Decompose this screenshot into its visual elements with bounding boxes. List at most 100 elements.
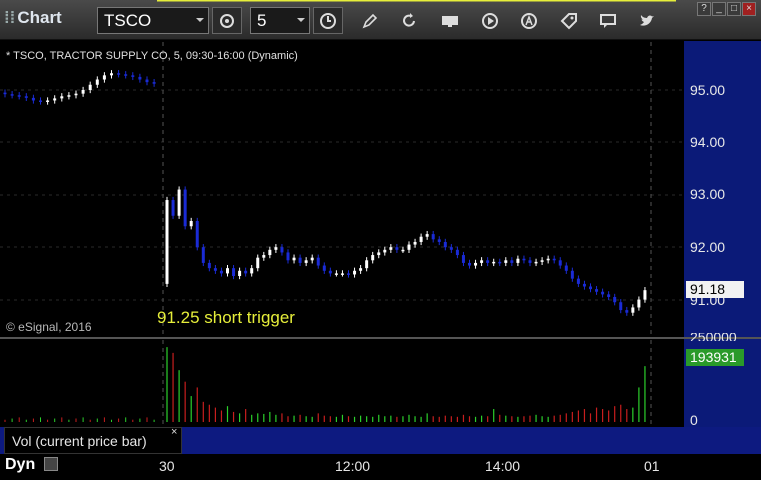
candle-body-0: [165, 200, 169, 284]
candle-body-20: [286, 252, 290, 261]
candle-body-15: [256, 257, 260, 269]
candle-body-32: [359, 268, 363, 271]
prior-candle-body-12: [88, 84, 92, 90]
price-label-92: 92.00: [690, 239, 726, 255]
candle-body-78: [637, 299, 641, 308]
candle-body-59: [522, 258, 526, 261]
prior-candle-body-14: [102, 75, 106, 80]
candle-body-38: [395, 247, 399, 250]
prior-candle-body-2: [17, 95, 21, 97]
price-label-95: 95.00: [690, 82, 726, 98]
candle-body-66: [564, 265, 568, 271]
candle-body-21: [292, 257, 296, 261]
candle-body-65: [558, 260, 562, 266]
current-volume-tag: 193931: [686, 349, 744, 366]
prior-candle-body-21: [152, 82, 156, 84]
candle-body-42: [419, 236, 423, 242]
candle-body-35: [377, 252, 381, 256]
candle-body-12: [238, 270, 242, 277]
candle-body-30: [347, 273, 350, 275]
prior-candle-body-6: [46, 100, 50, 102]
time-label-1400: 14:00: [485, 458, 521, 474]
candle-body-7: [207, 262, 211, 269]
prior-candle-body-11: [81, 90, 85, 94]
candle-body-77: [631, 307, 635, 313]
candle-body-36: [383, 249, 387, 253]
candle-body-49: [461, 255, 465, 263]
candle-body-4: [189, 221, 193, 227]
candle-body-26: [322, 265, 326, 271]
candle-body-1: [171, 200, 175, 216]
candle-body-50: [468, 262, 471, 266]
candle-body-28: [334, 273, 338, 275]
dynamic-mode-label[interactable]: Dyn: [5, 456, 35, 474]
candle-body-43: [425, 234, 429, 237]
candle-body-61: [534, 261, 538, 264]
candle-body-31: [353, 270, 357, 275]
volume-legend[interactable]: Vol (current price bar): [4, 427, 182, 454]
candle-body-5: [195, 221, 199, 248]
candle-body-56: [504, 260, 508, 263]
trigger-annotation[interactable]: 91.25 short trigger: [157, 308, 295, 328]
prior-candle-body-0: [3, 92, 7, 95]
candle-body-9: [219, 270, 223, 274]
candle-body-44: [431, 234, 435, 240]
price-label-93: 93.00: [690, 186, 726, 202]
candle-body-19: [280, 247, 284, 253]
candle-body-74: [613, 296, 617, 303]
candle-body-27: [328, 270, 332, 274]
candle-body-14: [250, 268, 254, 274]
candle-body-17: [268, 249, 272, 256]
candle-body-33: [365, 260, 369, 269]
candle-body-48: [455, 249, 459, 256]
candle-body-37: [389, 247, 393, 250]
candle-body-23: [304, 260, 308, 263]
candle-body-58: [516, 258, 520, 263]
candle-body-24: [310, 257, 314, 261]
candle-body-6: [201, 247, 205, 263]
prior-candle-body-4: [31, 97, 35, 101]
time-label-1200: 12:00: [335, 458, 371, 474]
candle-body-72: [601, 291, 605, 295]
volume-legend-close-icon[interactable]: ×: [171, 426, 177, 438]
candle-body-46: [443, 241, 447, 248]
time-label-01: 01: [644, 458, 660, 474]
candle-body-64: [552, 258, 556, 261]
prior-candle-body-10: [74, 93, 78, 96]
candle-body-52: [480, 260, 484, 263]
candle-body-39: [401, 249, 405, 252]
candle-body-40: [407, 244, 411, 250]
candle-body-68: [576, 278, 580, 284]
candle-body-54: [492, 261, 496, 264]
candle-body-60: [528, 260, 532, 263]
prior-candle-body-20: [145, 79, 149, 83]
candle-body-70: [589, 286, 592, 290]
candle-body-67: [570, 270, 574, 279]
candle-body-57: [510, 260, 514, 263]
prior-candle-body-1: [10, 94, 14, 96]
candle-body-75: [619, 302, 623, 311]
candle-body-22: [298, 257, 302, 263]
candle-body-62: [540, 260, 544, 262]
candle-body-73: [607, 294, 611, 297]
candle-body-69: [582, 283, 586, 287]
candle-body-55: [498, 261, 502, 264]
candle-body-29: [340, 273, 344, 275]
copyright: © eSignal, 2016: [6, 320, 92, 334]
candle-body-18: [274, 247, 278, 250]
chart-graphics: [0, 0, 684, 426]
lock-icon[interactable]: [44, 457, 58, 471]
candle-body-63: [546, 258, 550, 261]
candle-body-79: [643, 290, 647, 300]
candle-body-53: [486, 260, 490, 263]
candle-body-2: [177, 189, 181, 216]
time-label-30: 30: [159, 458, 175, 474]
prior-candle-body-5: [39, 100, 42, 102]
prior-candle-body-19: [138, 76, 142, 80]
prior-candle-body-3: [24, 96, 28, 98]
candle-body-3: [183, 189, 187, 227]
chart-info: * TSCO, TRACTOR SUPPLY CO, 5, 09:30-16:0…: [6, 50, 298, 62]
prior-candle-body-16: [117, 73, 121, 75]
candle-body-16: [262, 255, 266, 258]
volume-label-zero: 0: [690, 412, 698, 428]
